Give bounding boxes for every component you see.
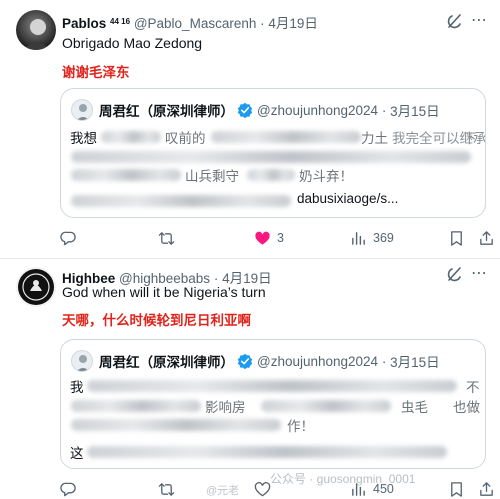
quoted-avatar[interactable]	[71, 350, 93, 372]
reply-icon	[60, 482, 76, 496]
quoted-post[interactable]: 周君红（原深圳律师） @zhoujunhong2024 · 3月15日 我 不 …	[60, 339, 486, 469]
share-icon	[480, 481, 493, 496]
post-text: Obrigado Mao Zedong	[62, 35, 203, 51]
quoted-date[interactable]: 3月15日	[390, 100, 440, 120]
blurred-text	[247, 169, 295, 181]
share-button[interactable]	[478, 479, 495, 499]
quoted-text-fragment: 叹前的	[165, 131, 206, 146]
grok-icon[interactable]	[446, 12, 464, 30]
quoted-text-fragment: 虫毛	[401, 400, 428, 415]
heart-filled-icon	[255, 231, 270, 245]
quoted-link[interactable]: dabusixiaoge/s...	[297, 191, 398, 206]
quoted-text-fragment: 下	[463, 131, 477, 146]
bookmark-icon	[451, 481, 462, 497]
quoted-handle[interactable]: @zhoujunhong2024	[257, 354, 378, 369]
like-count: 3	[277, 231, 284, 245]
author-handle[interactable]: @Pablo_Mascarenh	[134, 16, 257, 31]
reply-button[interactable]	[60, 228, 77, 248]
post-translation: 天哪，什么时候轮到尼日利亚啊	[62, 313, 251, 328]
bookmark-button[interactable]	[448, 228, 465, 248]
more-options-icon[interactable]: ⋯	[471, 10, 488, 30]
verified-badge-icon	[237, 102, 253, 118]
views-button[interactable]: 369	[350, 228, 394, 248]
blurred-text	[71, 419, 281, 431]
quoted-text-fragment: 山兵剩守	[185, 169, 239, 184]
quoted-avatar[interactable]	[71, 99, 93, 121]
quoted-post-header: 周君红（原深圳律师） @zhoujunhong2024 · 3月15日	[71, 99, 440, 121]
quoted-text-fragment: 奶斗弃！	[299, 169, 353, 184]
post-pablos[interactable]: Pablos 44 16 @Pablo_Mascarenh · 4月19日 ⋯ …	[0, 0, 500, 258]
avatar-highbee[interactable]	[16, 267, 56, 307]
post-date[interactable]: 4月19日	[268, 16, 318, 31]
views-chart-icon	[352, 231, 365, 245]
grok-icon[interactable]	[446, 265, 464, 283]
author-emoji-badge: 44 16	[110, 17, 131, 26]
quoted-text-fragment: 我想	[70, 131, 97, 146]
post-highbee[interactable]: Highbee @highbeebabs · 4月19日 ⋯ God when …	[0, 258, 500, 499]
author-name[interactable]: Pablos	[62, 16, 106, 31]
repost-button[interactable]	[158, 228, 175, 248]
quoted-date[interactable]: 3月15日	[390, 351, 440, 371]
quoted-post[interactable]: 周君红（原深圳律师） @zhoujunhong2024 · 3月15日 我想 叹…	[60, 88, 486, 218]
bookmark-button[interactable]	[448, 479, 465, 499]
quoted-post-header: 周君红（原深圳律师） @zhoujunhong2024 · 3月15日	[71, 350, 440, 372]
heart-outline-icon	[254, 481, 271, 496]
quoted-text-fragment: 也做	[453, 400, 480, 415]
avatar-pablos[interactable]	[16, 10, 56, 50]
quoted-author-name[interactable]: 周君红（原深圳律师）	[99, 351, 234, 371]
reply-icon	[60, 231, 76, 245]
post-header: Pablos 44 16 @Pablo_Mascarenh · 4月19日	[62, 16, 318, 31]
quoted-text-fragment: 这	[70, 446, 84, 461]
quoted-text-fragment: 不	[466, 380, 480, 395]
view-count: 369	[373, 231, 394, 245]
repost-icon	[158, 482, 175, 496]
quoted-author-name[interactable]: 周君红（原深圳律师）	[99, 100, 234, 120]
post-text: God when will it be Nigeria’s turn	[62, 284, 266, 300]
blurred-text	[211, 131, 361, 143]
quoted-text-fragment: 我	[70, 380, 84, 395]
like-button[interactable]	[254, 479, 271, 499]
blurred-text	[71, 400, 201, 412]
quoted-text-fragment: 力土	[361, 131, 388, 146]
quoted-text-fragment: 影响房	[205, 400, 246, 415]
watermark: 公众号 · guosongmin_0001	[270, 472, 416, 486]
repost-icon	[158, 231, 175, 245]
share-icon	[480, 230, 493, 245]
watermark-source: @元老	[206, 485, 240, 497]
quoted-handle[interactable]: @zhoujunhong2024	[257, 103, 378, 118]
blurred-text	[71, 151, 471, 163]
repost-button[interactable]	[158, 479, 175, 499]
verified-badge-icon	[237, 353, 253, 369]
more-options-icon[interactable]: ⋯	[471, 263, 488, 283]
blurred-text	[71, 169, 181, 181]
blurred-text	[261, 400, 391, 412]
blurred-text	[87, 446, 447, 458]
post-translation: 谢谢毛泽东	[62, 65, 130, 80]
bookmark-icon	[451, 230, 462, 246]
like-button[interactable]: 3	[254, 228, 284, 248]
blurred-text	[101, 131, 161, 143]
quoted-text-fragment: 作！	[287, 419, 314, 434]
blurred-text	[87, 380, 457, 392]
post-actions: 3 369	[60, 228, 493, 248]
blurred-link	[71, 195, 291, 207]
share-button[interactable]	[478, 228, 495, 248]
reply-button[interactable]	[60, 479, 77, 499]
